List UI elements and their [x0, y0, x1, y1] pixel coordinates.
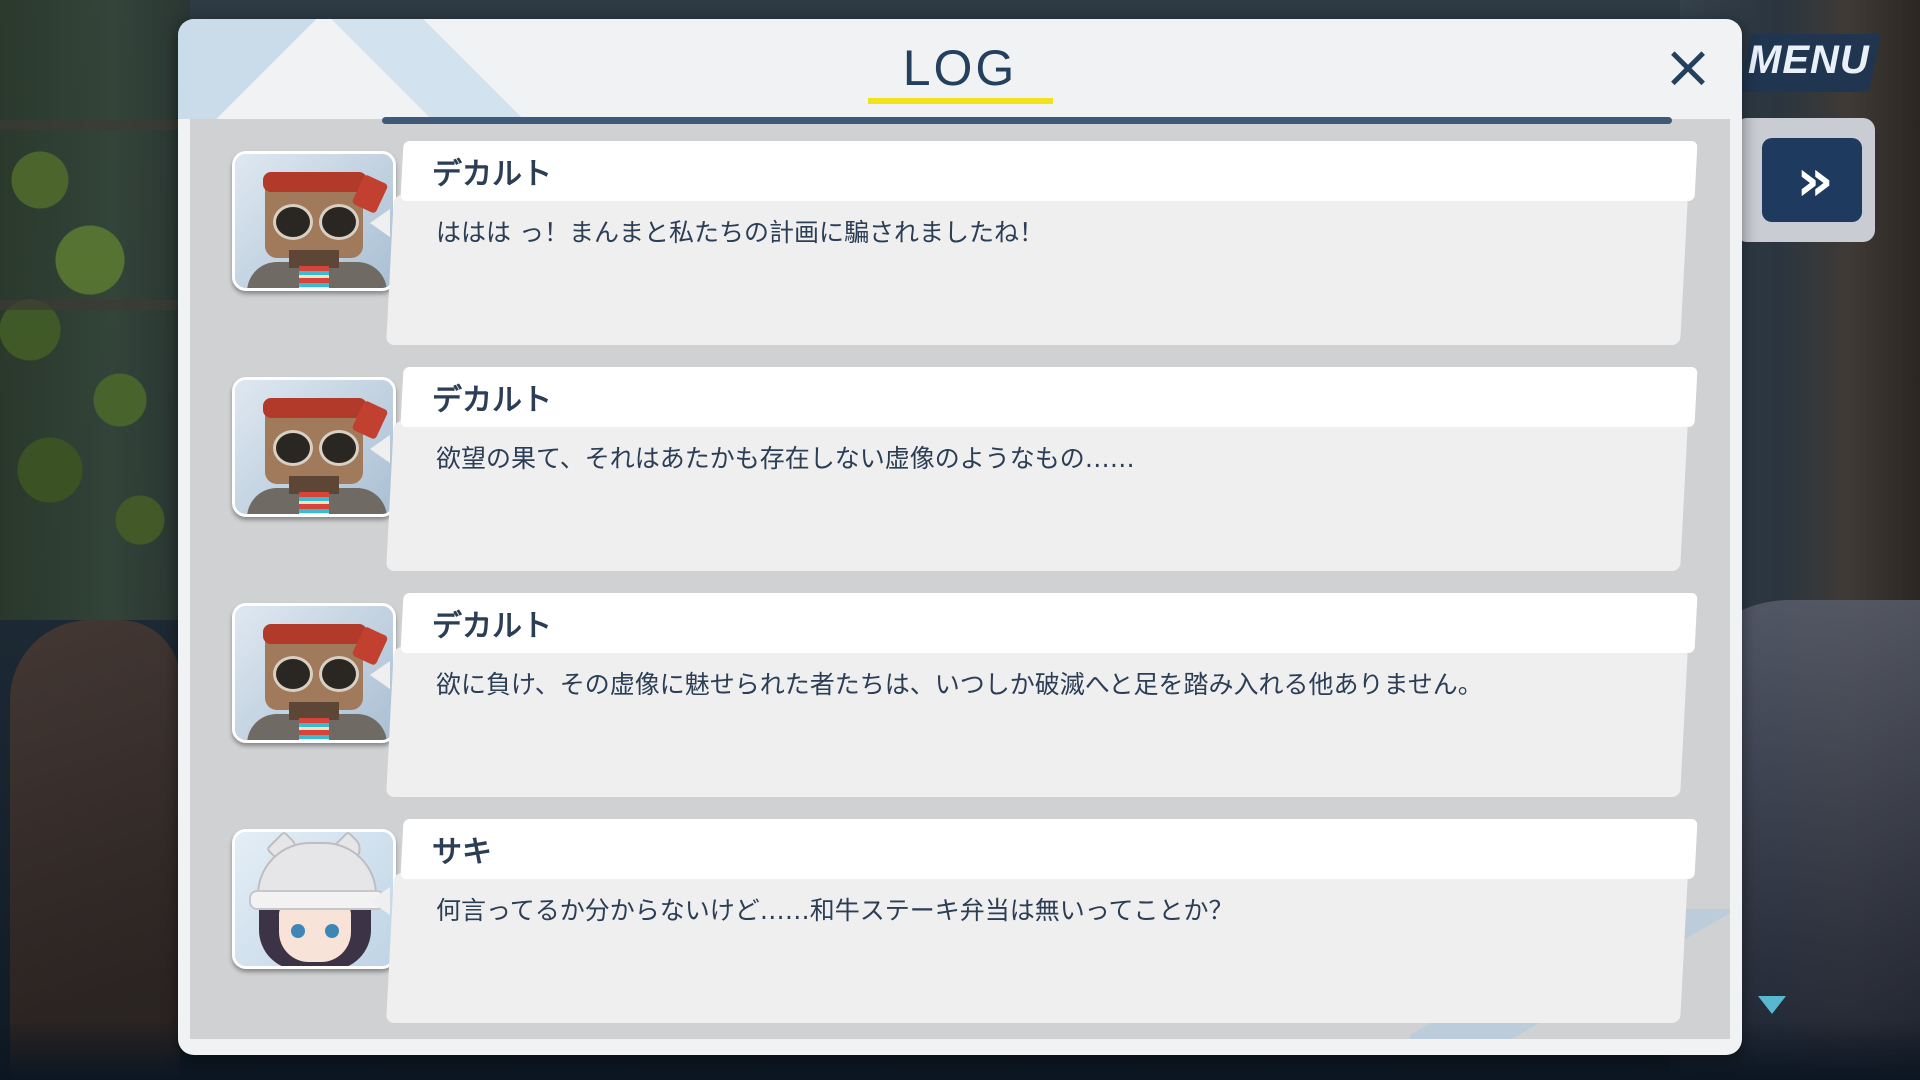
- bubble-pointer: [370, 209, 390, 237]
- background-beam: [0, 300, 200, 310]
- game-screen: MENU » LOG × デカルト ははは っ！まんまと私たちの計画に騙されまし…: [0, 0, 1920, 1080]
- log-dialog: LOG × デカルト ははは っ！まんまと私たちの計画に騙されましたね！ デカル…: [178, 19, 1742, 1055]
- speaker-name-bar: [400, 367, 1698, 427]
- bubble-pointer: [370, 435, 390, 463]
- speaker-name-bar: [400, 141, 1698, 201]
- message-text: 欲に負け、その虚像に魅せられた者たちは、いつしか破滅へと足を踏み入れる他ありませ…: [436, 670, 1483, 699]
- fast-forward-icon: »: [1796, 146, 1834, 214]
- speaker-name-bar: [400, 819, 1698, 879]
- bubble-pointer: [370, 661, 390, 689]
- title-underline: [868, 98, 1053, 104]
- log-entry: デカルト ははは っ！まんまと私たちの計画に騙されましたね！: [220, 141, 1730, 351]
- log-list[interactable]: デカルト ははは っ！まんまと私たちの計画に騙されましたね！ デカルト 欲望の果…: [190, 119, 1730, 1039]
- speaker-name: デカルト: [432, 157, 552, 192]
- speaker-name: サキ: [432, 835, 492, 870]
- log-title: LOG: [902, 40, 1018, 96]
- log-entry: サキ 何言ってるか分からないけど……和牛ステーキ弁当は無いってことか？: [220, 819, 1730, 1029]
- background-foliage: [0, 0, 190, 620]
- menu-button[interactable]: MENU: [1748, 38, 1869, 83]
- bubble-pointer: [370, 887, 390, 915]
- background-character: [10, 620, 180, 1080]
- background-beam: [0, 120, 200, 130]
- message-text: ははは っ！まんまと私たちの計画に騙されましたね！: [436, 218, 1044, 247]
- fast-forward-button[interactable]: »: [1762, 138, 1862, 222]
- speaker-name: デカルト: [432, 609, 552, 644]
- message-text: 欲望の果て、それはあたかも存在しない虚像のようなもの……: [436, 444, 1135, 473]
- close-button[interactable]: ×: [1656, 35, 1720, 99]
- scrollbar[interactable]: [382, 117, 1672, 124]
- log-entry: デカルト 欲に負け、その虚像に魅せられた者たちは、いつしか破滅へと足を踏み入れる…: [220, 593, 1730, 803]
- speaker-name-bar: [400, 593, 1698, 653]
- scroll-down-indicator-icon[interactable]: [1758, 996, 1786, 1014]
- message-text: 何言ってるか分からないけど……和牛ステーキ弁当は無いってことか？: [436, 896, 1234, 925]
- speaker-name: デカルト: [432, 383, 552, 418]
- close-icon: ×: [1662, 32, 1714, 102]
- log-entry: デカルト 欲望の果て、それはあたかも存在しない虚像のようなもの……: [220, 367, 1730, 577]
